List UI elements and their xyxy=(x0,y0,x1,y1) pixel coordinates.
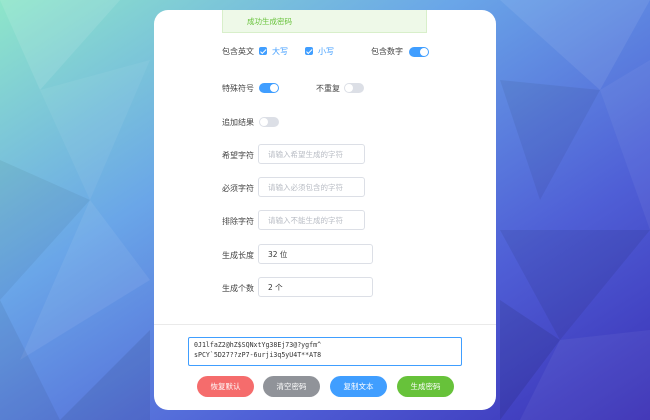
special-symbols-label: 特殊符号 xyxy=(222,84,254,93)
required-chars-input[interactable] xyxy=(258,177,365,197)
count-input[interactable] xyxy=(258,277,373,297)
length-input[interactable] xyxy=(258,244,373,264)
length-label: 生成长度 xyxy=(222,251,254,260)
divider xyxy=(154,324,496,325)
uppercase-checkbox[interactable] xyxy=(259,47,267,55)
result-textarea[interactable]: 0J1lfaZ2@hZ$SQNxtYg38Ej73@?ygfm^ sPCY`5D… xyxy=(188,337,462,366)
password-generator-card: 成功生成密码 包含英文 大写 小写 包含数字 特殊符号 不重复 追加结果 希望字… xyxy=(154,10,496,410)
reset-default-button[interactable]: 恢复默认 xyxy=(197,376,254,397)
required-chars-label: 必须字符 xyxy=(222,184,254,193)
success-alert: 成功生成密码 xyxy=(222,10,427,33)
append-results-switch[interactable] xyxy=(259,117,279,127)
no-repeat-switch[interactable] xyxy=(344,83,364,93)
count-label: 生成个数 xyxy=(222,284,254,293)
exclude-chars-label: 排除字符 xyxy=(222,217,254,226)
append-results-label: 追加结果 xyxy=(222,118,254,127)
desired-chars-input[interactable] xyxy=(258,144,365,164)
uppercase-label[interactable]: 大写 xyxy=(272,46,288,57)
exclude-chars-input[interactable] xyxy=(258,210,365,230)
desired-chars-label: 希望字符 xyxy=(222,151,254,160)
lowercase-label[interactable]: 小写 xyxy=(318,46,334,57)
special-symbols-switch[interactable] xyxy=(259,83,279,93)
lowercase-checkbox[interactable] xyxy=(305,47,313,55)
generate-password-button[interactable]: 生成密码 xyxy=(397,376,454,397)
copy-text-button[interactable]: 复制文本 xyxy=(330,376,387,397)
no-repeat-label: 不重复 xyxy=(316,84,340,93)
english-label: 包含英文 xyxy=(222,47,254,56)
digits-label: 包含数字 xyxy=(371,47,403,56)
clear-password-button[interactable]: 清空密码 xyxy=(263,376,320,397)
digits-switch[interactable] xyxy=(409,47,429,57)
